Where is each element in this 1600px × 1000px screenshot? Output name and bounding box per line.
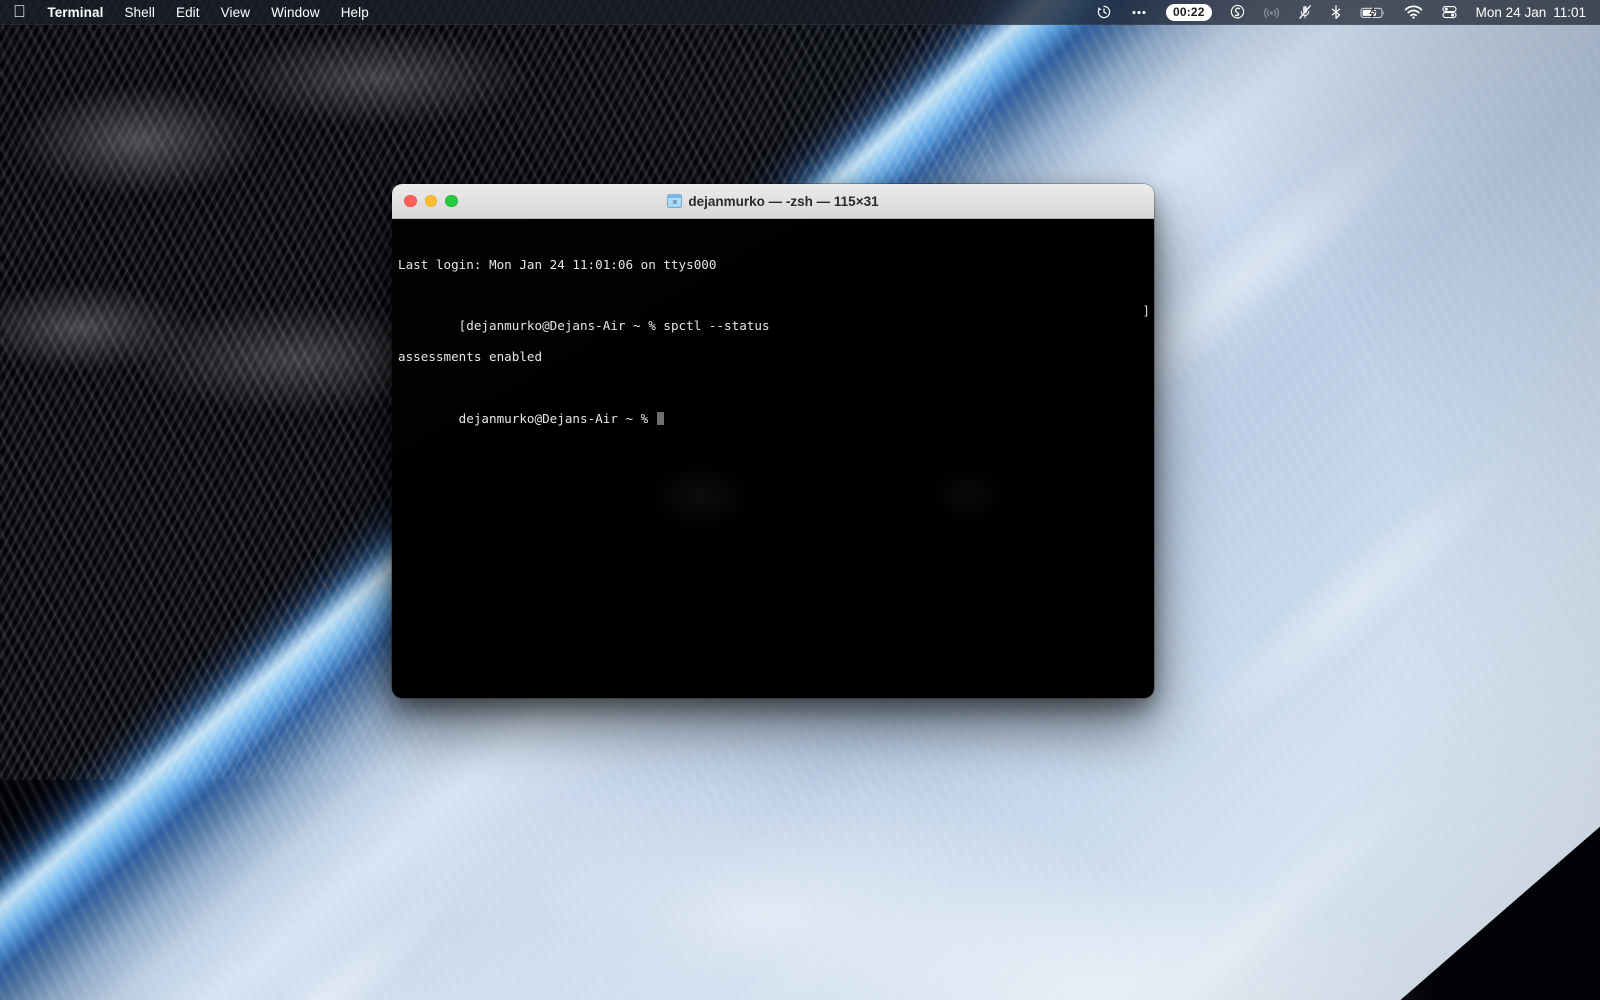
airplay-broadcast-icon bbox=[1263, 4, 1280, 20]
menu-bar-left:  Terminal Shell Edit View Window Help bbox=[0, 0, 379, 24]
timer-status-item[interactable]: 00:22 bbox=[1157, 0, 1221, 24]
terminal-title-group: ⌘ dejanmurko — -zsh — 115×31 bbox=[392, 184, 1154, 218]
shazam-status-item[interactable] bbox=[1221, 0, 1254, 24]
ellipsis-icon bbox=[1130, 4, 1148, 20]
menubar-time: 11:01 bbox=[1553, 5, 1586, 20]
terminal-folder-icon: ⌘ bbox=[667, 194, 682, 208]
menubar-date: Mon 24 Jan bbox=[1476, 5, 1547, 20]
microphone-status-item[interactable] bbox=[1289, 0, 1321, 24]
menu-item-view[interactable]: View bbox=[210, 0, 260, 24]
wifi-icon bbox=[1404, 4, 1423, 20]
time-machine-status-item[interactable] bbox=[1087, 0, 1121, 24]
terminal-prompt-glyph: ⌘ bbox=[672, 199, 677, 207]
shazam-icon bbox=[1230, 4, 1245, 20]
terminal-window[interactable]: ⌘ dejanmurko — -zsh — 115×31 Last login:… bbox=[392, 184, 1154, 698]
terminal-title-text: dejanmurko — -zsh — 115×31 bbox=[688, 194, 878, 209]
terminal-prompt-text: dejanmurko@Dejans-Air ~ % bbox=[459, 411, 656, 426]
bluetooth-icon bbox=[1330, 4, 1342, 20]
terminal-right-bracket: ] bbox=[1142, 303, 1150, 318]
menu-item-help-label: Help bbox=[341, 5, 369, 20]
control-center-status-item[interactable] bbox=[1432, 0, 1467, 24]
menu-item-view-label: View bbox=[221, 5, 250, 20]
close-button[interactable] bbox=[404, 195, 417, 208]
traffic-light-buttons bbox=[392, 195, 458, 208]
menu-item-edit[interactable]: Edit bbox=[165, 0, 210, 24]
menu-app-name[interactable]: Terminal bbox=[37, 0, 114, 24]
menubar-clock[interactable]: Mon 24 Jan 11:01 bbox=[1467, 5, 1586, 20]
menu-item-help[interactable]: Help bbox=[330, 0, 379, 24]
minimize-button[interactable] bbox=[425, 195, 438, 208]
terminal-title-bar[interactable]: ⌘ dejanmurko — -zsh — 115×31 bbox=[392, 184, 1154, 219]
menu-app-name-label: Terminal bbox=[47, 5, 103, 20]
menu-item-edit-label: Edit bbox=[176, 5, 200, 20]
apple-logo-icon:  bbox=[13, 3, 26, 20]
menu-item-shell[interactable]: Shell bbox=[114, 0, 166, 24]
terminal-cursor bbox=[657, 412, 665, 425]
battery-charging-icon bbox=[1360, 4, 1386, 20]
terminal-line-result: assessments enabled bbox=[398, 349, 1154, 364]
menu-item-window[interactable]: Window bbox=[261, 0, 331, 24]
terminal-line-login: Last login: Mon Jan 24 11:01:06 on ttys0… bbox=[398, 257, 1154, 272]
more-status-item[interactable] bbox=[1121, 0, 1157, 24]
terminal-line-prompt: dejanmurko@Dejans-Air ~ % bbox=[398, 395, 1154, 410]
wifi-status-item[interactable] bbox=[1395, 0, 1432, 24]
airplay-status-item[interactable] bbox=[1254, 0, 1289, 24]
clock-arrow-icon bbox=[1096, 4, 1112, 20]
battery-status-item[interactable] bbox=[1351, 0, 1395, 24]
maximize-button[interactable] bbox=[445, 195, 458, 208]
control-center-icon bbox=[1441, 4, 1458, 20]
menu-bar-status-area: 00:22 bbox=[1087, 0, 1600, 24]
terminal-output: Last login: Mon Jan 24 11:01:06 on ttys0… bbox=[395, 226, 1154, 442]
menu-item-shell-label: Shell bbox=[124, 5, 155, 20]
terminal-line-command: [dejanmurko@Dejans-Air ~ % spctl --statu… bbox=[398, 303, 1154, 318]
menu-item-window-label: Window bbox=[271, 5, 320, 20]
apple-menu[interactable]:  bbox=[13, 0, 37, 24]
menu-bar:  Terminal Shell Edit View Window Help bbox=[0, 0, 1600, 25]
microphone-muted-icon bbox=[1298, 4, 1312, 20]
bluetooth-status-item[interactable] bbox=[1321, 0, 1351, 24]
timer-value: 00:22 bbox=[1166, 4, 1212, 21]
terminal-content-area[interactable]: Last login: Mon Jan 24 11:01:06 on ttys0… bbox=[392, 219, 1154, 698]
terminal-command-text: [dejanmurko@Dejans-Air ~ % spctl --statu… bbox=[459, 318, 770, 333]
